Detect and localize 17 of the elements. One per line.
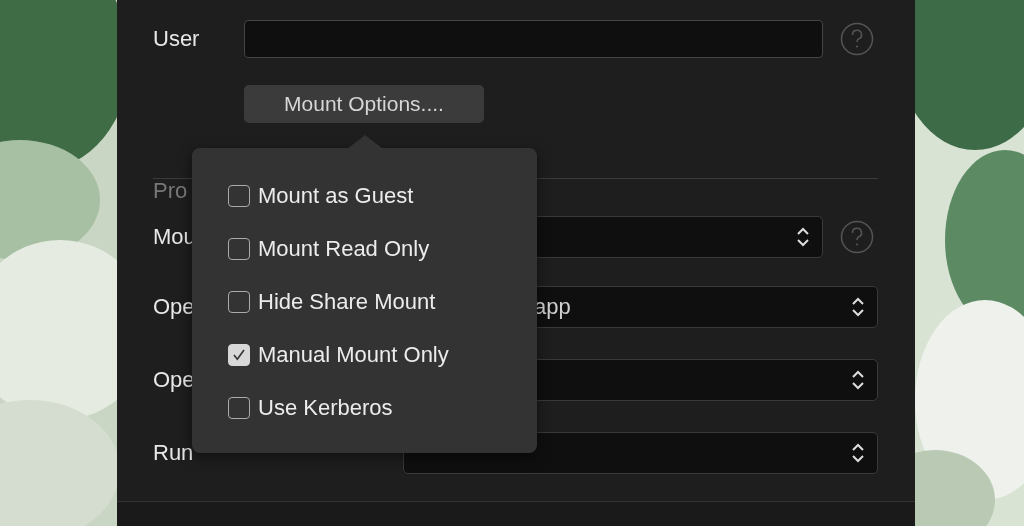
- option-checkbox[interactable]: Manual Mount Only: [228, 343, 449, 367]
- mount-options-button[interactable]: Mount Options....: [244, 85, 484, 123]
- help-icon[interactable]: [840, 22, 874, 56]
- option-checkbox[interactable]: Mount as Guest: [228, 184, 414, 208]
- stepper-chevron-icon: [796, 225, 810, 249]
- field-label: Run: [153, 440, 195, 466]
- help-icon[interactable]: [840, 220, 874, 254]
- stepper-chevron-icon: [851, 441, 865, 465]
- field-label: Ope: [153, 367, 196, 393]
- option-checkbox[interactable]: Mount Read Only: [228, 237, 430, 261]
- section-heading: Pro: [153, 179, 188, 203]
- user-field[interactable]: [244, 20, 823, 58]
- option-checkbox[interactable]: Use Kerberos: [228, 396, 393, 420]
- stepper-chevron-icon: [851, 295, 865, 319]
- stepper-chevron-icon: [851, 368, 865, 392]
- field-label: User: [153, 26, 201, 52]
- field-label: Ope: [153, 294, 196, 320]
